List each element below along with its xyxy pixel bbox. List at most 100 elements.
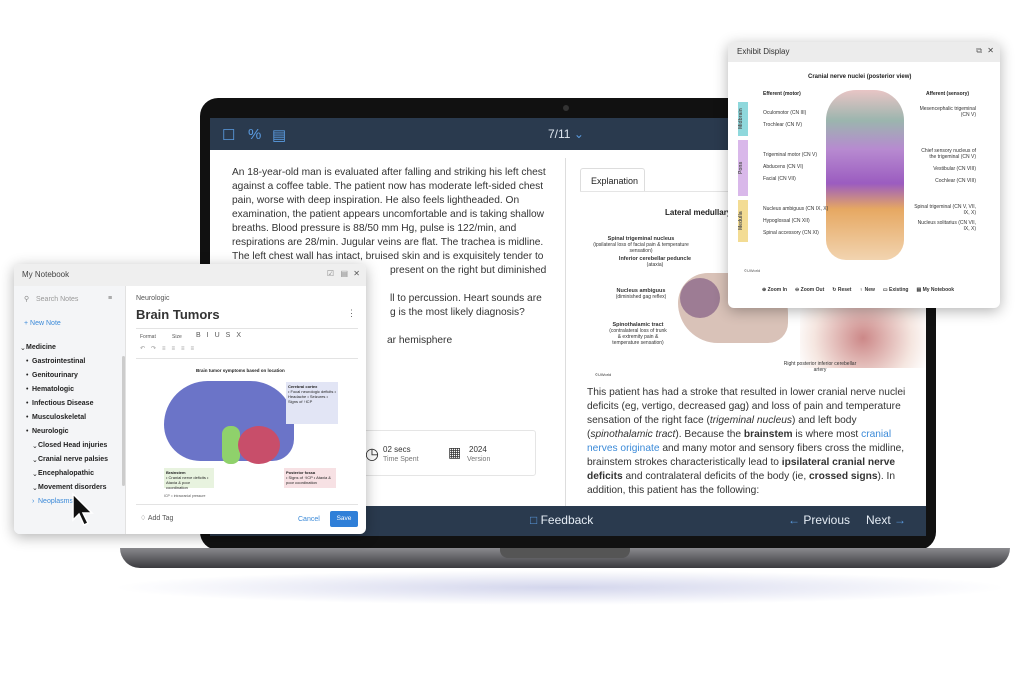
- notebook-header: My Notebook ☑ ▤ ✕: [14, 264, 366, 286]
- chevron-icon: •: [26, 358, 29, 365]
- tree-item[interactable]: Movement disorders: [38, 484, 106, 491]
- bookmark-icon[interactable]: ☐: [222, 126, 235, 144]
- chevron-icon: ⌄: [20, 345, 26, 352]
- artery-image: [800, 308, 926, 368]
- efferent-nucleus-label: Nucleus ambiguus (CN IX, X): [763, 206, 829, 212]
- previous-label: Previous: [803, 513, 851, 527]
- exhibit-window: Exhibit Display ⧉ ✕ Cranial nerve nuclei…: [728, 42, 1000, 308]
- question-number-text: 7/11: [548, 127, 571, 141]
- tree-item[interactable]: Closed Head injuries: [38, 442, 107, 449]
- tree-item[interactable]: Genitourinary: [32, 372, 78, 379]
- afferent-nucleus-label: Spinal trigeminal (CN V, VII, IX, X): [914, 204, 976, 216]
- calendar-icon: ▦: [448, 444, 462, 460]
- tree-item[interactable]: Encephalopathic: [38, 470, 94, 477]
- tree-item[interactable]: Medicine: [26, 344, 56, 351]
- tree-item[interactable]: Musculoskeletal: [32, 414, 86, 421]
- alignment-toolbar[interactable]: ↶↷≡≡≡≡: [140, 345, 200, 352]
- tag-icon: ♢: [140, 515, 147, 522]
- mouse-cursor-icon: [72, 492, 94, 527]
- tool-label: New: [864, 287, 875, 293]
- exhibit-tool-new[interactable]: ♀ New: [859, 287, 874, 293]
- tree-item[interactable]: Infectious Disease: [32, 400, 93, 407]
- size-dropdown[interactable]: Size: [172, 334, 182, 340]
- tree-item[interactable]: Neurologic: [32, 428, 69, 435]
- afferent-nucleus-label: Cochlear (CN VIII): [935, 178, 976, 184]
- maximize-icon[interactable]: ▤: [340, 269, 348, 278]
- chevron-icon: ⌄: [32, 443, 38, 450]
- efferent-nucleus-label: Facial (CN VII): [763, 176, 796, 182]
- callout-cerebral-cortex: Cerebral cortex • Focal neurologic defici…: [286, 382, 338, 424]
- more-options-icon[interactable]: ⋮: [347, 308, 356, 319]
- feedback-icon: □: [530, 513, 538, 527]
- search-notes-input[interactable]: Search Notes: [36, 296, 78, 303]
- tree-item[interactable]: Cranial nerve palsies: [38, 456, 108, 463]
- notebook-icon[interactable]: ▤: [272, 126, 286, 144]
- sidebar-scrollbar[interactable]: [122, 356, 125, 486]
- add-tag-button[interactable]: ♢ Add Tag: [140, 514, 173, 522]
- laptop-notch: [500, 548, 630, 558]
- note-title[interactable]: Brain Tumors: [136, 307, 220, 322]
- figure-credit: ©UWorld: [595, 372, 612, 377]
- cancel-button[interactable]: Cancel: [298, 516, 320, 523]
- exhibit-tool-reset[interactable]: ↻ Reset: [832, 287, 851, 293]
- brainstem-figure: [826, 90, 904, 260]
- next-button[interactable]: Next →: [866, 513, 906, 527]
- chevron-icon: •: [26, 372, 29, 379]
- note-category: Neurologic: [136, 295, 170, 302]
- restore-icon[interactable]: ⧉: [976, 46, 982, 56]
- plus-icon: +: [24, 320, 29, 327]
- previous-button[interactable]: ← Previous: [788, 513, 850, 527]
- callout-brainstem: Brainstem • Cranial nerve deficits • Atax…: [164, 468, 214, 490]
- chevron-icon: ⌄: [32, 485, 38, 492]
- stats-panel: ly ◷ 02 secs Time Spent ▦ 2024 Version: [340, 430, 536, 476]
- afferent-nucleus-label: Vestibular (CN VIII): [933, 166, 976, 172]
- checkbox-icon[interactable]: ☑: [327, 269, 334, 278]
- tool-label: Zoom Out: [800, 287, 825, 293]
- exhibit-tool-zoom-in[interactable]: ⊕ Zoom In: [762, 287, 787, 293]
- new-note-label: New Note: [30, 320, 61, 327]
- label-pica: Right posterior inferior cerebellar arte…: [783, 361, 857, 373]
- tool-label: Zoom In: [767, 287, 788, 293]
- answer-choice[interactable]: ar hemisphere: [387, 335, 452, 346]
- close-icon[interactable]: ✕: [353, 269, 360, 278]
- chevron-icon: ⌄: [32, 471, 38, 478]
- arrow-right-icon: →: [894, 513, 907, 527]
- chevron-icon: •: [26, 386, 29, 393]
- exhibit-header: Exhibit Display ⧉ ✕: [728, 42, 1000, 62]
- brain-image-title: Brain tumor symptoms based on location: [196, 368, 285, 373]
- efferent-nucleus-label: Oculomotor (CN III): [763, 110, 807, 116]
- exhibit-tool-existing[interactable]: ▭ Existing: [883, 287, 909, 293]
- format-dropdown[interactable]: Format: [140, 334, 156, 340]
- chevron-icon: ›: [32, 498, 35, 505]
- camera: [563, 105, 569, 111]
- figure-title: Lateral medullary: [665, 208, 732, 217]
- exhibit-tool-my-notebook[interactable]: ▤ My Notebook: [916, 287, 954, 293]
- tree-item[interactable]: Gastrointestinal: [32, 358, 85, 365]
- afferent-nucleus-label: Chief sensory nucleus of the trigeminal …: [921, 148, 976, 160]
- new-note-button[interactable]: + New Note: [24, 320, 61, 327]
- tab-explanation[interactable]: Explanation: [580, 168, 645, 192]
- efferent-nucleus-label: Trigeminal motor (CN V): [763, 152, 817, 158]
- tree-item[interactable]: Hematologic: [32, 386, 74, 393]
- cerebellum-image: [238, 426, 280, 464]
- efferent-nucleus-label: Hypoglossal (CN XII): [763, 218, 810, 224]
- efferent-label: Efferent (motor): [763, 91, 801, 97]
- feedback-label: Feedback: [540, 513, 594, 527]
- formatting-toolbar[interactable]: BIUSX: [196, 332, 247, 339]
- question-text: An 18-year-old man is evaluated after fa…: [232, 167, 546, 262]
- close-icon[interactable]: ✕: [987, 46, 994, 55]
- lab-values-icon[interactable]: %: [248, 126, 261, 143]
- exhibit-tool-zoom-out[interactable]: ⊖ Zoom Out: [795, 287, 824, 293]
- pane-divider: [565, 158, 566, 506]
- notebook-window: My Notebook ☑ ▤ ✕ ⚲ Search Notes ≡ + New…: [14, 264, 366, 534]
- efferent-nucleus-label: Abducens (CN VI): [763, 164, 804, 170]
- add-tag-label: Add Tag: [147, 515, 174, 522]
- tree-item[interactable]: Neoplasms: [38, 498, 73, 505]
- filter-icon[interactable]: ≡: [108, 295, 112, 302]
- question-text-3: ll to percussion. Heart sounds are: [390, 293, 542, 304]
- question-number[interactable]: 7/11 ⌄: [548, 127, 584, 141]
- exhibit-title: Exhibit Display: [737, 47, 790, 56]
- feedback-button[interactable]: □ Feedback: [530, 513, 593, 527]
- clock-icon: ◷: [365, 446, 379, 463]
- save-button[interactable]: Save: [330, 511, 358, 527]
